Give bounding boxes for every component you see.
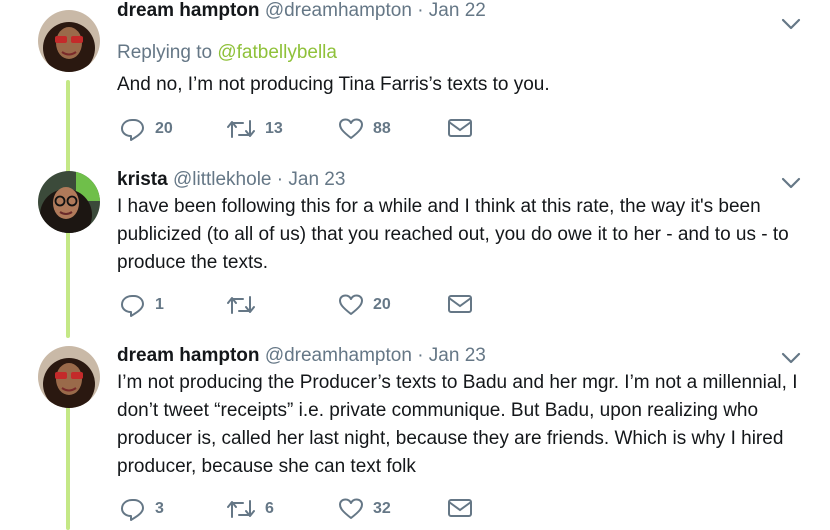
tweet[interactable]: dream hampton @dreamhampton · Jan 23 I’m… [0,340,830,530]
author-handle[interactable]: @dreamhampton [265,345,412,366]
reply-count: 3 [155,500,164,517]
author-name[interactable]: dream hampton [117,0,260,21]
message-icon [447,293,473,315]
message-icon [447,117,473,139]
author-handle[interactable]: @dreamhampton [265,0,412,21]
retweet-button[interactable]: 6 [226,497,274,521]
separator: · [417,0,424,21]
like-count: 32 [373,500,391,517]
chevron-down-icon[interactable] [780,175,802,191]
like-button[interactable]: 20 [338,293,391,317]
mention-link[interactable]: @fatbellybella [217,42,337,63]
tweet-date[interactable]: Jan 22 [429,0,486,21]
replying-prefix: Replying to [117,42,218,63]
like-icon [338,497,364,521]
reply-count: 20 [155,120,173,137]
reply-icon [120,117,146,141]
tweet-text: I have been following this for a while a… [117,196,789,273]
avatar[interactable] [38,10,100,72]
message-icon [447,497,473,519]
reply-icon [120,497,146,521]
retweet-button[interactable]: 13 [226,117,283,141]
separator: · [276,169,284,190]
like-button[interactable]: 88 [338,117,391,141]
like-count: 88 [373,120,391,137]
tweet-text: I’m not producing the Producer’s texts t… [117,372,798,477]
retweet-icon [226,497,256,521]
tweet[interactable]: krista @littlekhole · Jan 23 I have been… [0,165,830,335]
tweet-actions: 20 13 88 [120,117,480,143]
retweet-count: 6 [265,500,274,517]
reply-icon [120,293,146,317]
reply-button[interactable]: 20 [120,117,173,141]
tweet-date[interactable]: Jan 23 [429,345,486,366]
retweet-button[interactable] [226,293,265,317]
like-icon [338,293,364,317]
tweet-actions: 1 20 [120,293,480,319]
like-count: 20 [373,296,391,313]
tweet-date[interactable]: Jan 23 [288,169,345,190]
retweet-count: 13 [265,120,283,137]
author-name[interactable]: krista [117,169,168,190]
message-button[interactable] [447,497,473,519]
chevron-down-icon[interactable] [780,350,802,366]
message-button[interactable] [447,293,473,315]
retweet-icon [226,117,256,141]
like-button[interactable]: 32 [338,497,391,521]
separator: · [417,345,424,366]
tweet-text: And no, I’m not producing Tina Farris’s … [117,74,550,95]
reply-count: 1 [155,296,164,313]
avatar[interactable] [38,346,100,408]
retweet-icon [226,293,256,317]
chevron-down-icon[interactable] [780,16,802,32]
author-name[interactable]: dream hampton [117,345,260,366]
tweet-actions: 3 6 32 [120,497,480,523]
tweet[interactable]: dream hampton @dreamhampton · Jan 22 Rep… [0,0,830,160]
like-icon [338,117,364,141]
author-handle[interactable]: @littlekhole [173,169,272,190]
replying-to: Replying to @fatbellybella [117,42,337,64]
reply-button[interactable]: 1 [120,293,164,317]
reply-button[interactable]: 3 [120,497,164,521]
avatar[interactable] [38,171,100,233]
message-button[interactable] [447,117,473,139]
